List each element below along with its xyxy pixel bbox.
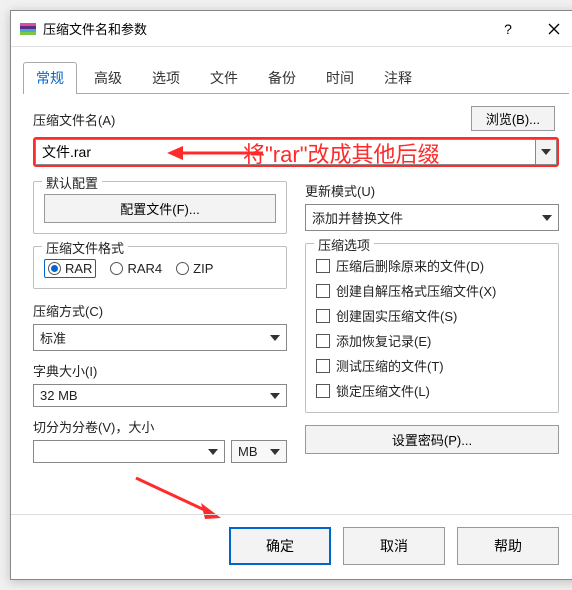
- default-profile-legend: 默认配置: [42, 173, 102, 192]
- tab-advanced[interactable]: 高级: [81, 62, 135, 94]
- checkbox-icon: [316, 284, 330, 298]
- split-volume-label: 切分为分卷(V)，大小: [33, 417, 154, 436]
- select-value: 添加并替换文件: [312, 208, 403, 227]
- checkbox-icon: [316, 259, 330, 273]
- dialog-footer: 确定 取消 帮助: [11, 514, 572, 565]
- update-mode-label: 更新模式(U): [305, 181, 375, 200]
- opt-delete-after[interactable]: 压缩后删除原来的文件(D): [316, 256, 548, 275]
- tab-files[interactable]: 文件: [197, 62, 251, 94]
- filename-highlight: 将"rar"改成其他后缀: [33, 137, 559, 167]
- chevron-down-icon: [541, 149, 551, 155]
- ok-button[interactable]: 确定: [229, 527, 331, 565]
- chevron-down-icon: [270, 449, 280, 455]
- checkbox-icon: [316, 359, 330, 373]
- browse-button[interactable]: 浏览(B)...: [471, 106, 555, 131]
- archiving-options-group: 压缩选项 压缩后删除原来的文件(D) 创建自解压格式压缩文件(X) 创建固实压缩…: [305, 243, 559, 413]
- archive-format-group: 压缩文件格式 RAR RAR4 ZIP: [33, 246, 287, 289]
- archiving-options-legend: 压缩选项: [314, 235, 374, 254]
- volume-unit-select[interactable]: MB: [231, 440, 287, 463]
- checkbox-label: 创建自解压格式压缩文件(X): [336, 281, 496, 300]
- radio-icon: [110, 262, 123, 275]
- update-mode-select[interactable]: 添加并替换文件: [305, 204, 559, 231]
- compression-method-label: 压缩方式(C): [33, 301, 103, 320]
- checkbox-icon: [316, 309, 330, 323]
- opt-create-sfx[interactable]: 创建自解压格式压缩文件(X): [316, 281, 548, 300]
- chevron-down-icon: [542, 215, 552, 221]
- dialog-title: 压缩文件名和参数: [43, 19, 147, 38]
- format-rar4-radio[interactable]: RAR4: [110, 261, 162, 276]
- tab-strip: 常规 高级 选项 文件 备份 时间 注释: [23, 61, 569, 94]
- radio-icon: [48, 262, 61, 275]
- opt-recovery-record[interactable]: 添加恢复记录(E): [316, 331, 548, 350]
- dictionary-size-label: 字典大小(I): [33, 361, 97, 380]
- profiles-button[interactable]: 配置文件(F)...: [44, 194, 276, 223]
- format-rar-radio[interactable]: RAR: [44, 259, 96, 278]
- tab-options[interactable]: 选项: [139, 62, 193, 94]
- set-password-button[interactable]: 设置密码(P)...: [305, 425, 559, 454]
- opt-solid-archive[interactable]: 创建固实压缩文件(S): [316, 306, 548, 325]
- tab-time[interactable]: 时间: [313, 62, 367, 94]
- tab-comment[interactable]: 注释: [371, 62, 425, 94]
- dialog-body: 浏览(B)... 压缩文件名(A) 将"rar"改成其他后缀 默认配置 配置文件…: [11, 94, 572, 463]
- compression-method-select[interactable]: 标准: [33, 324, 287, 351]
- filename-label: 压缩文件名(A): [33, 110, 115, 129]
- radio-label: ZIP: [193, 261, 213, 276]
- checkbox-icon: [316, 384, 330, 398]
- tab-backup[interactable]: 备份: [255, 62, 309, 94]
- annotation-text: 将"rar"改成其他后缀: [243, 137, 440, 169]
- default-profile-group: 默认配置 配置文件(F)...: [33, 181, 287, 234]
- dialog-window: 压缩文件名和参数 ? 常规 高级 选项 文件 备份 时间 注释 浏览(B)...…: [10, 10, 572, 580]
- radio-icon: [176, 262, 189, 275]
- cancel-button[interactable]: 取消: [343, 527, 445, 565]
- opt-lock-archive[interactable]: 锁定压缩文件(L): [316, 381, 548, 400]
- opt-test-archive[interactable]: 测试压缩的文件(T): [316, 356, 548, 375]
- titlebar: 压缩文件名和参数 ?: [11, 11, 572, 47]
- chevron-down-icon: [208, 449, 218, 455]
- checkbox-label: 锁定压缩文件(L): [336, 381, 430, 400]
- help-button-footer[interactable]: 帮助: [457, 527, 559, 565]
- select-value: 32 MB: [40, 388, 78, 403]
- tab-general[interactable]: 常规: [23, 62, 77, 94]
- archive-name-dropdown[interactable]: [535, 139, 557, 165]
- volume-size-input[interactable]: [33, 440, 225, 463]
- checkbox-label: 压缩后删除原来的文件(D): [336, 256, 484, 275]
- select-value: MB: [238, 444, 258, 459]
- checkbox-icon: [316, 334, 330, 348]
- chevron-down-icon: [270, 393, 280, 399]
- format-zip-radio[interactable]: ZIP: [176, 261, 213, 276]
- checkbox-label: 添加恢复记录(E): [336, 331, 431, 350]
- close-button[interactable]: [531, 13, 572, 45]
- app-icon: [19, 20, 37, 38]
- radio-label: RAR4: [127, 261, 162, 276]
- dictionary-size-select[interactable]: 32 MB: [33, 384, 287, 407]
- archive-format-legend: 压缩文件格式: [42, 238, 128, 257]
- radio-label: RAR: [65, 261, 92, 276]
- help-button[interactable]: ?: [485, 13, 531, 45]
- checkbox-label: 测试压缩的文件(T): [336, 356, 444, 375]
- chevron-down-icon: [270, 335, 280, 341]
- checkbox-label: 创建固实压缩文件(S): [336, 306, 457, 325]
- select-value: 标准: [40, 328, 66, 347]
